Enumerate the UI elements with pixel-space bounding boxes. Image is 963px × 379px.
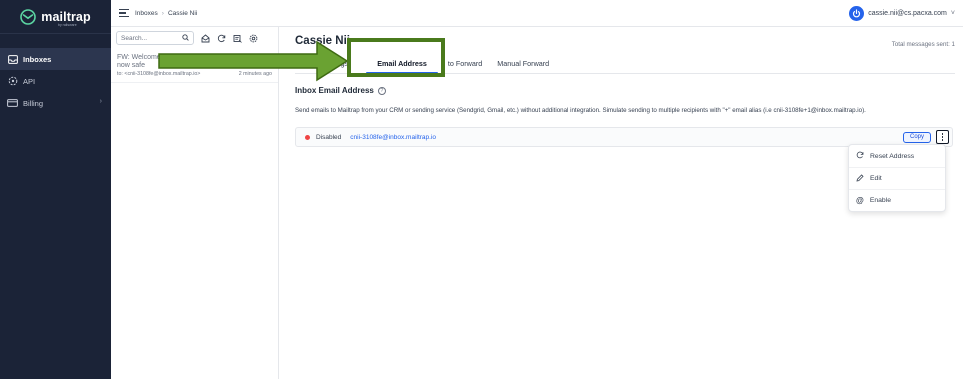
total-messages-sent: Total messages sent: 1 <box>891 41 955 48</box>
breadcrumb-inboxes[interactable]: Inboxes <box>135 10 158 17</box>
menu-item-label: Edit <box>870 175 882 182</box>
help-icon[interactable]: ? <box>377 86 386 95</box>
sidebar-item-label: API <box>23 76 36 86</box>
logo[interactable]: mailtrap by railsware <box>0 0 111 34</box>
menu-item-label: Reset Address <box>870 152 915 160</box>
address-status: Disabled <box>316 133 342 141</box>
brand-sub: by railsware <box>58 23 77 27</box>
sidebar: mailtrap by railsware Inboxes API Billin… <box>0 0 111 379</box>
tab-auto-forward[interactable]: to Forward <box>438 55 491 73</box>
sidebar-item-label: Inboxes <box>23 54 52 64</box>
more-options-icon[interactable] <box>936 130 949 144</box>
breadcrumb-current: Cassie Nii <box>167 9 198 17</box>
section-title-text: Inbox Email Address <box>295 86 374 95</box>
account-email: cassie.nii@cs.pacxa.com <box>868 10 947 17</box>
menu-item-reset-address[interactable]: Reset Address <box>849 145 945 167</box>
tab-manual-forward[interactable]: Manual Forward <box>491 55 558 73</box>
annotation-highlight <box>347 38 445 77</box>
section-title: Inbox Email Address ? <box>295 86 386 95</box>
inbox-email-address[interactable]: cnii-3108fe@inbox.mailtrap.io <box>350 134 436 141</box>
annotation-arrow-icon <box>158 40 349 82</box>
billing-icon <box>7 98 18 109</box>
menu-item-label: Enable <box>869 197 891 204</box>
breadcrumb-separator: › <box>161 9 164 17</box>
sidebar-item-inboxes[interactable]: Inboxes <box>0 48 111 70</box>
sidebar-item-label: Billing <box>23 98 44 108</box>
topbar: Inboxes › Cassie Nii cassie.nii@cs.pacxa… <box>111 0 963 27</box>
power-icon <box>849 6 865 21</box>
account-menu[interactable]: cassie.nii@cs.pacxa.com ˅ <box>849 6 955 21</box>
pencil-icon <box>856 173 864 184</box>
chevron-down-icon: ˅ <box>950 10 955 17</box>
section-description: Send emails to Mailtrap from your CRM or… <box>295 107 866 114</box>
copy-button[interactable]: Copy <box>902 132 931 143</box>
address-options-menu: Reset Address Edit @ Enable <box>848 144 946 212</box>
sidebar-item-billing[interactable]: Billing › <box>0 92 111 114</box>
menu-item-edit[interactable]: Edit <box>849 167 945 189</box>
inbox-icon <box>7 54 18 65</box>
breadcrumb: Inboxes › Cassie Nii <box>135 10 197 17</box>
at-icon: @ <box>856 196 864 205</box>
status-dot-icon <box>305 134 310 140</box>
chevron-right-icon: › <box>99 98 102 105</box>
menu-icon[interactable] <box>119 9 129 17</box>
mailtrap-logo-icon <box>20 8 37 25</box>
api-icon <box>7 76 18 87</box>
sidebar-item-api[interactable]: API <box>0 70 111 92</box>
brand-name: mailtrap <box>41 9 91 24</box>
refresh-icon <box>856 151 864 161</box>
menu-item-enable[interactable]: @ Enable <box>849 189 945 211</box>
